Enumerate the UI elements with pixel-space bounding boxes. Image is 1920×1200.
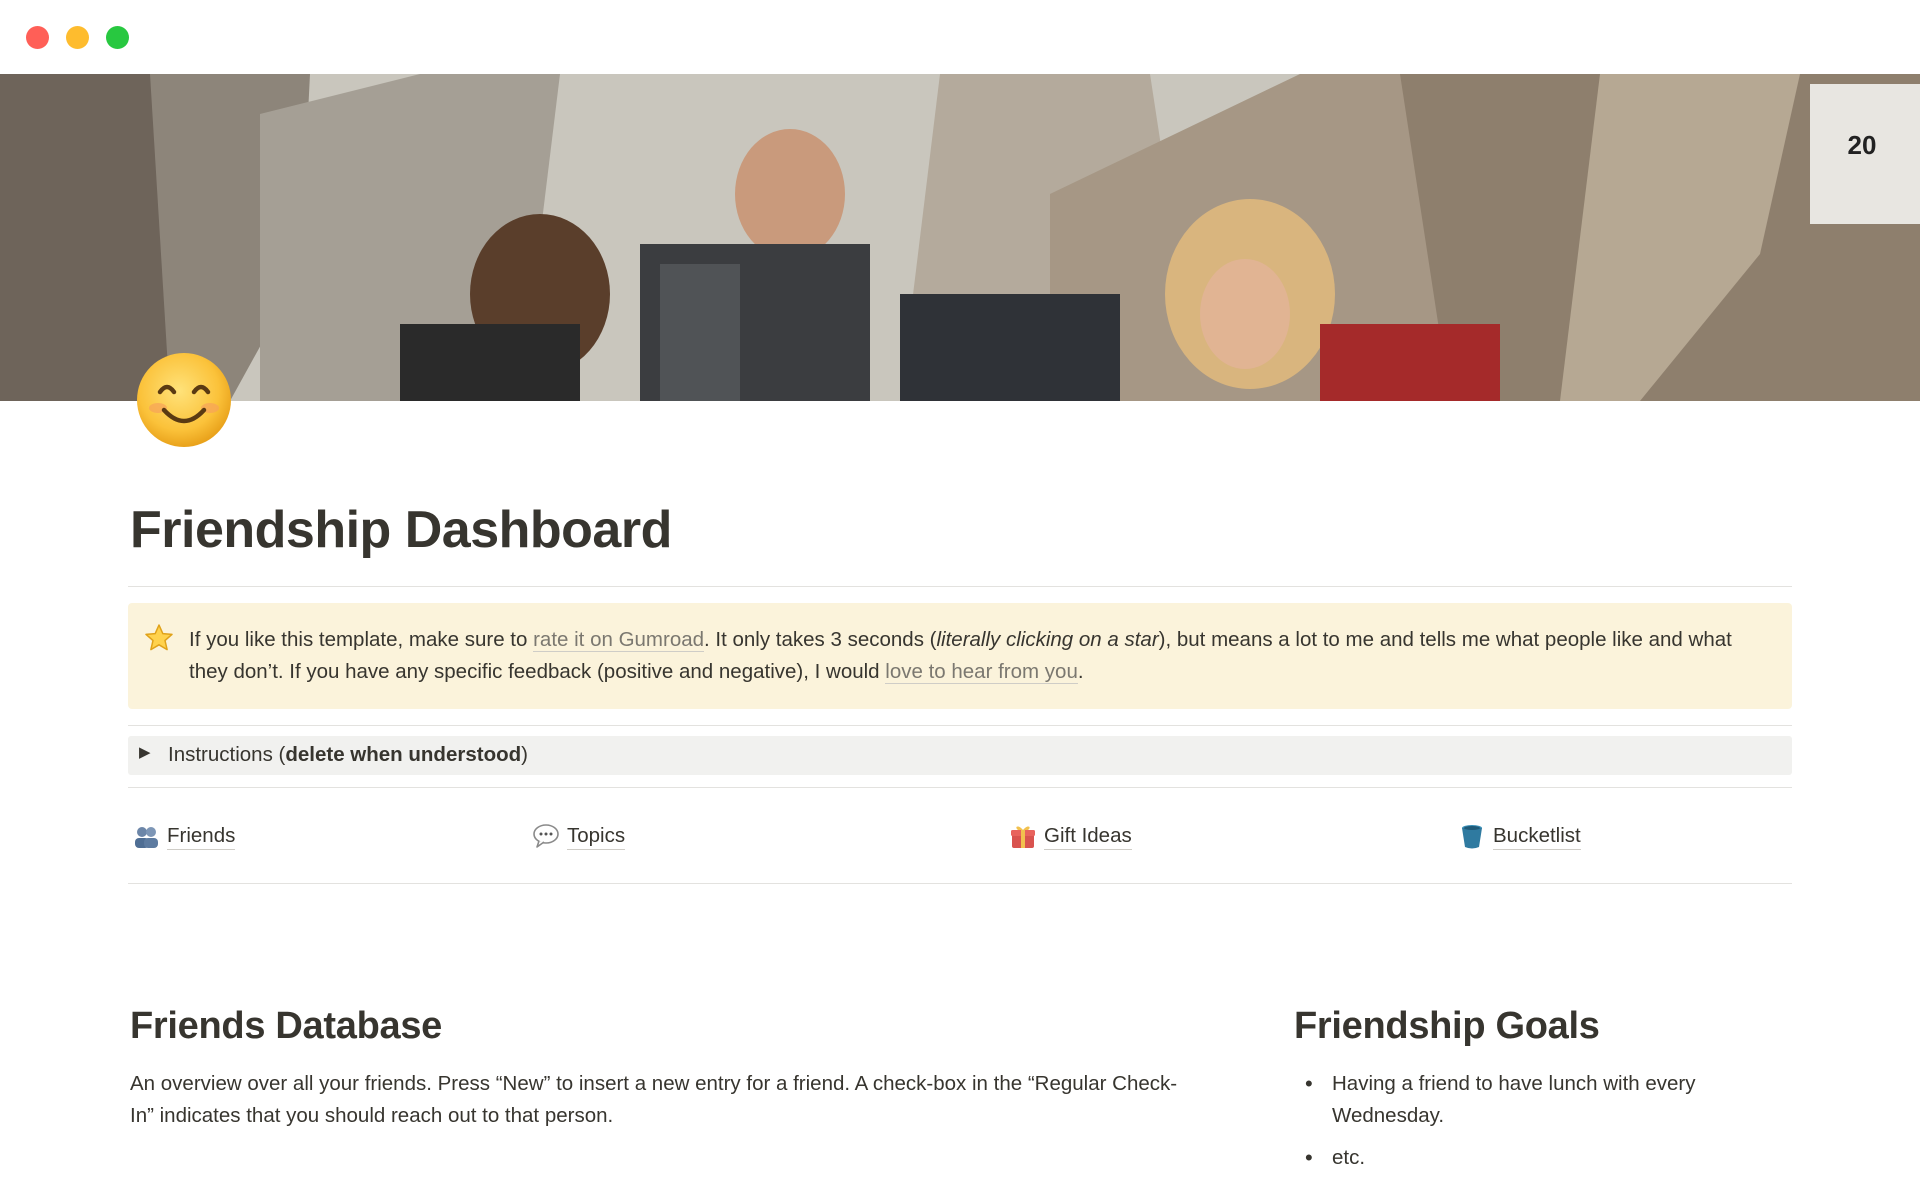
nav-link-topics[interactable]: Topics — [532, 820, 732, 854]
speech-bubble-icon — [533, 824, 559, 848]
instructions-toggle[interactable]: ▶ Instructions (delete when understood) — [128, 736, 1792, 775]
friends-database-description[interactable]: An overview over all your friends. Press… — [130, 1068, 1190, 1132]
star-icon — [145, 624, 173, 651]
divider — [128, 725, 1792, 726]
cover-sign-number: 20 — [1848, 130, 1877, 160]
feedback-link[interactable]: love to hear from you — [885, 660, 1078, 684]
window-titlebar — [0, 0, 1920, 74]
minimize-window-button[interactable] — [66, 26, 89, 49]
people-icon — [135, 827, 158, 848]
friendship-goals-list: Having a friend to have lunch with every… — [1300, 1068, 1760, 1184]
nav-label: Bucketlist — [1493, 824, 1581, 850]
nav-label: Topics — [567, 824, 626, 850]
smiling-face-icon[interactable] — [134, 350, 234, 450]
divider — [128, 586, 1792, 587]
friends-database-heading[interactable]: Friends Database — [130, 1005, 442, 1048]
bucket-icon — [1462, 825, 1482, 849]
close-window-button[interactable] — [26, 26, 49, 49]
gumroad-callout[interactable]: If you like this template, make sure to … — [128, 603, 1792, 709]
nav-link-gift-ideas[interactable]: Gift Ideas — [1009, 820, 1209, 854]
nav-label: Gift Ideas — [1044, 824, 1132, 850]
divider — [128, 883, 1792, 884]
gift-icon — [1011, 826, 1035, 848]
list-item[interactable]: Having a friend to have lunch with every… — [1300, 1068, 1760, 1132]
callout-text: If you like this template, make sure to … — [189, 628, 1732, 684]
page-cover-image[interactable]: 20 — [0, 74, 1920, 401]
friendship-goals-heading[interactable]: Friendship Goals — [1294, 1005, 1600, 1048]
toggle-triangle-icon[interactable]: ▶ — [139, 743, 151, 761]
cover-photo: 20 — [0, 74, 1920, 401]
page-title[interactable]: Friendship Dashboard — [130, 500, 672, 560]
divider — [128, 787, 1792, 788]
rate-on-gumroad-link[interactable]: rate it on Gumroad — [533, 628, 705, 652]
zoom-window-button[interactable] — [106, 26, 129, 49]
nav-link-friends[interactable]: Friends — [132, 820, 332, 854]
nav-label: Friends — [167, 824, 236, 850]
toggle-label: Instructions (delete when understood) — [168, 743, 528, 766]
list-item[interactable]: etc. — [1300, 1142, 1760, 1174]
nav-link-bucketlist[interactable]: Bucketlist — [1458, 820, 1658, 854]
